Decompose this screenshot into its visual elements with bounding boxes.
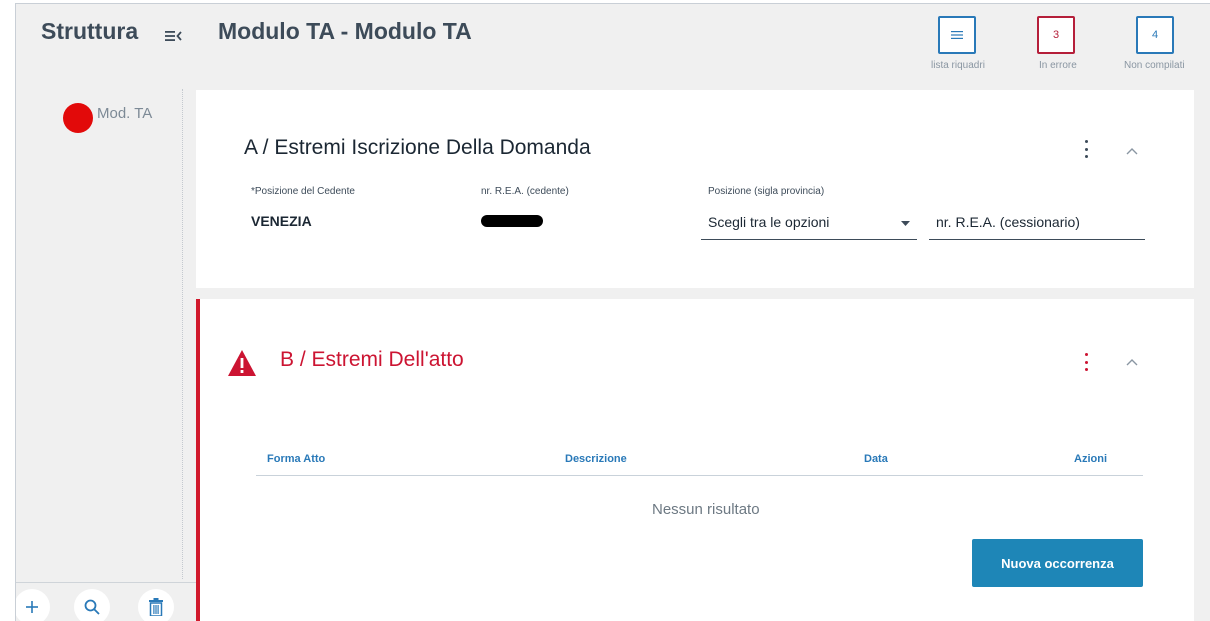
app-frame: Struttura Modulo TA - Modulo TA lista ri… [15, 3, 1210, 621]
redacted-rea-value [481, 215, 543, 227]
column-header-azioni: Azioni [1074, 453, 1107, 465]
not-filled-count-button[interactable]: 4 [1136, 16, 1174, 54]
error-status-dot [63, 103, 93, 133]
new-occurrence-button[interactable]: Nuova occorrenza [972, 539, 1143, 587]
sidebar-title: Struttura [41, 18, 139, 44]
not-filled-count-label: Non compilati [1124, 60, 1185, 71]
field-value-posizione-cedente: VENEZIA [251, 213, 312, 229]
errors-count-button[interactable]: 3 [1037, 16, 1075, 54]
list-icon [951, 31, 963, 39]
section-b-card: B / Estremi Dell'atto Forma Atto Descriz… [196, 299, 1194, 621]
page-title: Modulo TA - Modulo TA [218, 18, 472, 44]
section-a-card: A / Estremi Iscrizione Della Domanda *Po… [196, 90, 1194, 288]
column-header-data: Data [864, 453, 888, 465]
section-a-menu-icon[interactable] [1083, 140, 1089, 158]
errors-count-label: In errore [1039, 60, 1077, 71]
field-label-posizione-cedente: *Posizione del Cedente [251, 186, 355, 197]
list-frames-button[interactable] [938, 16, 976, 54]
section-a-collapse-icon[interactable] [1125, 146, 1139, 156]
field-label-rea-cedente: nr. R.E.A. (cedente) [481, 186, 569, 197]
empty-table-message: Nessun risultato [652, 501, 760, 518]
search-icon [84, 599, 100, 615]
warning-icon [228, 350, 256, 376]
section-a-title: A / Estremi Iscrizione Della Domanda [244, 136, 591, 159]
search-button[interactable] [74, 589, 110, 621]
delete-button[interactable] [138, 589, 174, 621]
collapse-sidebar-icon[interactable] [165, 29, 183, 43]
trash-icon [149, 598, 163, 616]
plus-icon [26, 601, 38, 613]
chevron-down-icon[interactable] [901, 221, 910, 227]
table-header-divider [256, 475, 1143, 476]
section-b-menu-icon[interactable] [1083, 353, 1089, 371]
provincia-select[interactable]: Scegli tra le opzioni [708, 214, 829, 230]
provincia-select-underline [701, 239, 917, 240]
section-b-title: B / Estremi Dell'atto [280, 348, 464, 371]
section-b-collapse-icon[interactable] [1125, 357, 1139, 367]
sidebar-divider [182, 89, 183, 579]
field-label-posizione-provincia: Posizione (sigla provincia) [708, 186, 825, 197]
column-header-forma-atto: Forma Atto [267, 453, 326, 465]
rea-cessionario-input[interactable]: nr. R.E.A. (cessionario) [936, 214, 1080, 230]
column-header-descrizione: Descrizione [565, 453, 627, 465]
add-button[interactable] [16, 589, 50, 621]
sidebar-item-mod-ta[interactable]: Mod. TA [97, 105, 152, 122]
list-frames-label: lista riquadri [931, 60, 985, 71]
rea-cessionario-underline [929, 239, 1145, 240]
